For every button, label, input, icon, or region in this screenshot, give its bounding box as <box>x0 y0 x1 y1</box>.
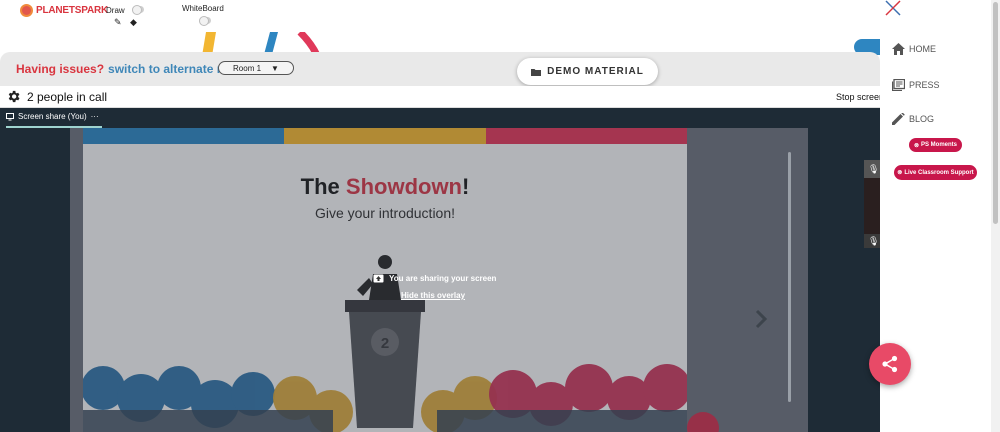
draw-toggle[interactable] <box>132 5 144 15</box>
folder-icon <box>531 68 542 76</box>
top-toolbar: PLANETSPARK Draw ✎ ◆ WhiteBoard <box>0 0 1000 32</box>
sharing-message-text: You are sharing your screen <box>389 274 497 283</box>
more-options-icon[interactable]: ··· <box>91 112 99 121</box>
hide-overlay-link[interactable]: Hide this overlay <box>401 291 465 300</box>
demo-material-label: DEMO MATERIAL <box>547 66 644 77</box>
screen-icon <box>6 112 14 120</box>
sidebar-item-label: HOME <box>909 44 936 54</box>
having-issues-text: Having issues? <box>16 62 105 76</box>
share-icon <box>882 355 898 373</box>
press-icon <box>892 79 905 91</box>
room-select[interactable]: Room 1 ▼ <box>218 61 294 75</box>
screen-share-tab[interactable]: Screen share (You) ··· <box>6 112 99 121</box>
slide-scrollbar[interactable] <box>788 152 791 402</box>
people-count: 2 people in call <box>27 90 108 104</box>
page-scrollbar-thumb[interactable] <box>993 2 998 224</box>
whiteboard-toggle[interactable] <box>199 16 211 26</box>
sidebar-item-press[interactable]: PRESS <box>892 79 940 91</box>
mic-icon[interactable]: 🎙 <box>868 164 879 175</box>
participant-tile[interactable] <box>864 178 880 234</box>
draw-label: Draw <box>106 6 125 15</box>
room-select-value: Room 1 <box>233 63 262 73</box>
sidebar-item-label: PRESS <box>909 80 940 90</box>
close-circle-icon: ⊗ <box>913 142 919 149</box>
share-tab-bar <box>0 108 865 128</box>
issues-banner: Having issues? switch to alternate room <box>0 52 880 86</box>
next-slide-icon[interactable] <box>752 308 770 330</box>
logo-text: PLANETSPARK <box>36 5 109 16</box>
ps-moments-label: PS Moments <box>921 142 958 148</box>
issues-text: Having issues? switch to alternate room <box>16 62 247 76</box>
settings-gear-icon[interactable] <box>6 89 21 104</box>
share-screen-icon <box>373 274 384 283</box>
logo-mark-icon <box>20 4 33 17</box>
sidebar-item-label: BLOG <box>909 114 935 124</box>
close-icon[interactable] <box>883 0 903 16</box>
stop-screen-button[interactable]: Stop screen <box>836 92 884 102</box>
mic-icon[interactable]: 🎙 <box>868 236 879 247</box>
participant-thumbnails: 🎙 🎙 <box>864 160 880 248</box>
close-circle-icon: ⊗ <box>897 170 903 176</box>
demo-material-button[interactable]: DEMO MATERIAL <box>517 58 658 85</box>
dropdown-arrow-icon: ▼ <box>271 63 279 73</box>
pencil-tool-icon[interactable]: ✎ <box>114 18 122 27</box>
eraser-tool-icon[interactable]: ◆ <box>130 18 137 27</box>
ps-moments-button[interactable]: ⊗ PS Moments <box>909 138 962 152</box>
planetspark-logo[interactable]: PLANETSPARK <box>20 4 108 17</box>
sharing-message: You are sharing your screen <box>373 274 496 283</box>
screen-share-tab-label: Screen share (You) <box>18 112 87 121</box>
share-fab-button[interactable] <box>869 343 911 385</box>
app-root: PLANETSPARK Draw ✎ ◆ WhiteBoard Having i… <box>0 0 1000 432</box>
pencil-icon <box>892 113 905 125</box>
live-support-button[interactable]: ⊗ Live Classroom Support <box>894 165 977 180</box>
home-icon <box>892 43 905 55</box>
sidebar-item-home[interactable]: HOME <box>892 43 936 55</box>
live-support-label: Live Classroom Support <box>904 169 974 176</box>
sidebar-item-blog[interactable]: BLOG <box>892 113 934 125</box>
call-bar: 2 people in call Stop screen <box>0 86 884 108</box>
whiteboard-label: WhiteBoard <box>182 4 224 13</box>
